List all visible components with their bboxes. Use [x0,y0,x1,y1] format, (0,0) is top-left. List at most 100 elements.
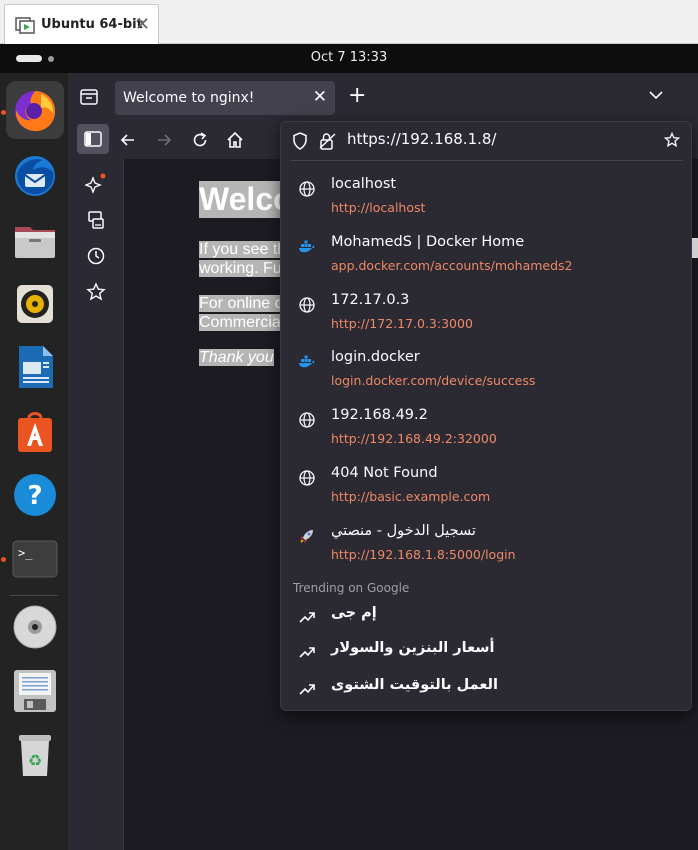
bookmark-star-icon[interactable] [663,131,681,149]
paragraph-2-line-2: Commercia [199,314,281,331]
trending-text: أسعار البنزين والسولار [331,640,495,656]
dock-trash[interactable]: ♻ [6,726,64,784]
tab-manager-icon [80,89,98,105]
suggestion-url: http://192.168.1.8:5000/login [331,547,516,562]
svg-text:?: ? [27,481,42,511]
suggestion-title: تسجيل الدخول - منصتي [331,523,476,539]
insecure-lock-icon[interactable] [318,131,338,151]
dock: ? >_ ♻ [0,73,68,850]
tab-title: Welcome to nginx! [123,90,255,106]
suggestion-item[interactable]: localhost http://localhost [281,172,691,228]
dock-app-center[interactable] [6,402,64,460]
disc-icon [13,605,57,649]
home-button[interactable] [222,127,248,153]
tracking-shield-icon[interactable] [292,132,308,150]
writer-icon [19,346,53,388]
url-bar[interactable]: https://192.168.1.8/ [281,122,691,158]
rhythmbox-icon [17,285,53,323]
page-heading: Welco [199,181,293,218]
svg-text:♻: ♻ [28,751,42,770]
suggestion-title: MohamedS | Docker Home [331,234,525,250]
page-paragraph-2: For online d Commercia [199,294,284,332]
suggestion-item[interactable]: login.docker login.docker.com/device/suc… [281,345,691,401]
history-clock-icon [87,247,105,265]
firefox-icon [15,91,56,132]
bookmark-star-icon [86,282,106,301]
chevron-down-icon [649,91,663,100]
dock-floppy[interactable] [6,662,64,720]
suggestion-item[interactable]: تسجيل الدخول - منصتي http://192.168.1.8:… [281,519,691,575]
docker-icon [299,355,315,368]
url-input[interactable]: https://192.168.1.8/ [347,130,496,148]
tab-active[interactable]: Welcome to nginx! ✕ [115,81,335,115]
help-icon: ? [14,474,56,516]
globe-icon [299,297,315,313]
sparkle-icon [84,173,106,194]
dock-help[interactable]: ? [6,466,64,524]
sidebar-toggle-button[interactable] [77,124,109,154]
paragraph-3-text: Thank you [199,349,274,366]
suggestion-item[interactable]: MohamedS | Docker Home app.docker.com/ac… [281,230,691,286]
back-button[interactable] [115,127,141,153]
dock-disc[interactable] [6,598,64,656]
files-icon [15,227,55,258]
trending-item[interactable]: العمل بالتوقيت الشتوى [281,672,691,706]
dock-thunderbird[interactable] [6,147,64,205]
trending-item[interactable]: أسعار البنزين والسولار [281,635,691,669]
page-scrollbar[interactable] [692,238,698,258]
suggestion-url: http://192.168.49.2:32000 [331,431,497,446]
reload-icon [193,132,207,147]
vm-icon [15,15,35,35]
vm-tab-strip: Ubuntu 64-bit ✕ [0,0,698,44]
sidebar-synced-tabs[interactable] [85,209,107,231]
sidebar [68,159,124,850]
paragraph-2-line-1: For online d [199,295,284,312]
tab-groups-button[interactable] [78,86,100,108]
synced-tabs-icon [88,211,104,229]
list-all-tabs-button[interactable] [648,87,664,107]
forward-button[interactable] [151,127,177,153]
suggestion-title: localhost [331,176,397,192]
reload-button[interactable] [187,127,213,153]
url-dropdown: https://192.168.1.8/ localhost http://lo… [280,121,692,711]
sidebar-ai-chatbot[interactable] [84,173,107,195]
dock-rhythmbox[interactable] [6,275,64,333]
sidebar-history[interactable] [85,245,107,267]
dock-files[interactable] [6,211,64,269]
suggestion-item[interactable]: 172.17.0.3 http://172.17.0.3:3000 [281,288,691,344]
dock-firefox[interactable] [6,81,64,139]
trash-icon: ♻ [19,735,51,776]
trending-heading: Trending on Google [293,581,410,595]
paragraph-1-line-1: If you see th [199,241,287,258]
suggestion-url: login.docker.com/device/success [331,373,536,388]
home-icon [227,131,243,148]
trending-text: إم جى [331,605,377,621]
suggestion-title: 172.17.0.3 [331,292,410,308]
terminal-icon: >_ [12,540,58,578]
new-tab-button[interactable]: + [348,83,366,108]
dock-terminal[interactable]: >_ [6,530,64,588]
suggestion-url: http://localhost [331,200,426,215]
url-divider [291,160,683,161]
suggestion-item[interactable]: 404 Not Found http://basic.example.com [281,461,691,517]
thunderbird-icon [15,156,55,196]
app-center-icon [18,412,52,452]
dock-writer[interactable] [6,338,64,396]
page-paragraph-3: Thank you [199,348,274,367]
tab-bar: Welcome to nginx! ✕ + [68,73,698,121]
clock[interactable]: Oct 7 13:33 [0,50,698,65]
globe-icon [299,181,315,197]
gnome-top-bar: Oct 7 13:33 [0,44,698,73]
sidebar-bookmarks[interactable] [85,281,107,303]
trending-item[interactable]: إم جى [281,600,691,634]
floppy-icon [14,670,56,712]
back-arrow-icon [120,134,134,146]
suggestion-item[interactable]: 192.168.49.2 http://192.168.49.2:32000 [281,403,691,459]
vm-tab-close-icon[interactable]: ✕ [135,14,150,35]
suggestion-title: login.docker [331,349,420,365]
vm-tab[interactable]: Ubuntu 64-bit ✕ [4,4,159,44]
globe-icon [299,412,315,428]
globe-icon [299,470,315,486]
sidebar-icon [84,131,102,147]
tab-close-icon[interactable]: ✕ [313,87,327,107]
